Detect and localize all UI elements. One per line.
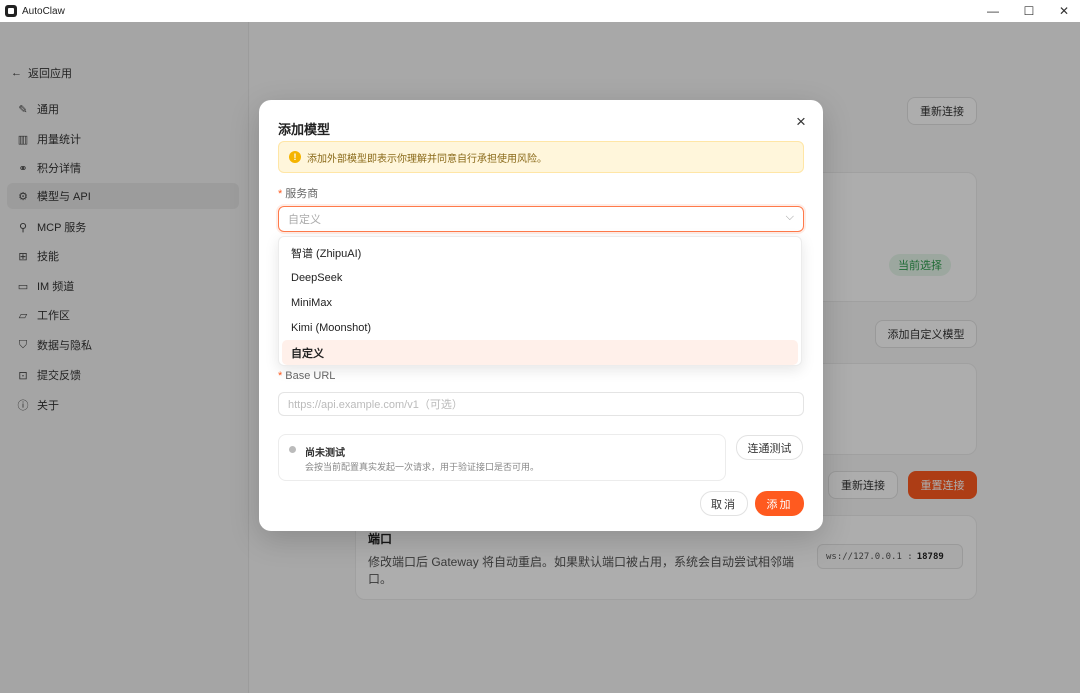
provider-option[interactable]: 自定义 [282, 340, 798, 365]
minimize-button[interactable]: — [973, 0, 1013, 22]
chevron-down-icon: ⌵ [785, 211, 794, 223]
close-window-button[interactable]: ✕ [1044, 0, 1080, 22]
provider-option[interactable]: MiniMax [282, 290, 798, 315]
connectivity-test-button[interactable]: 连通测试 [736, 435, 803, 460]
maximize-button[interactable]: ☐ [1009, 0, 1049, 22]
provider-dropdown: 智谱 (ZhipuAI) DeepSeek MiniMax Kimi (Moonsho… [278, 236, 802, 366]
status-dot-icon [289, 446, 296, 453]
add-model-dialog: 添加模型 × ! 添加外部模型即表示你理解并同意自行承担使用风险。 * 服务商 自… [259, 100, 823, 531]
close-icon[interactable]: × [792, 113, 810, 131]
cancel-button[interactable]: 取消 [700, 491, 748, 516]
app-logo-icon [5, 5, 17, 17]
warning-text: 添加外部模型即表示你理解并同意自行承担使用风险。 [307, 153, 547, 165]
base-url-input[interactable]: https://api.example.com/v1（可选） [278, 392, 804, 416]
risk-warning-banner: ! 添加外部模型即表示你理解并同意自行承担使用风险。 [278, 141, 804, 173]
base-url-label: * Base URL [278, 370, 336, 382]
window-title: AutoClaw [22, 5, 65, 17]
required-asterisk: * [278, 370, 283, 382]
test-status-description: 会按当前配置真实发起一次请求，用于验证接口是否可用。 [305, 462, 540, 472]
provider-select[interactable]: 自定义 ⌵ [278, 206, 804, 232]
provider-option[interactable]: Kimi (Moonshot) [282, 315, 798, 340]
title-bar: AutoClaw — ☐ ✕ [0, 0, 1080, 22]
provider-select-value: 自定义 [288, 214, 321, 226]
provider-option[interactable]: DeepSeek [282, 265, 798, 290]
provider-option[interactable]: 智谱 (ZhipuAI) [282, 240, 798, 265]
test-status-title: 尚未测试 [305, 448, 345, 459]
dialog-title: 添加模型 [278, 122, 331, 137]
required-asterisk: * [278, 188, 283, 200]
add-button[interactable]: 添加 [755, 491, 804, 516]
warning-icon: ! [289, 151, 301, 163]
provider-label: * 服务商 [278, 188, 319, 200]
connection-test-status: 尚未测试 会按当前配置真实发起一次请求，用于验证接口是否可用。 [278, 434, 726, 481]
